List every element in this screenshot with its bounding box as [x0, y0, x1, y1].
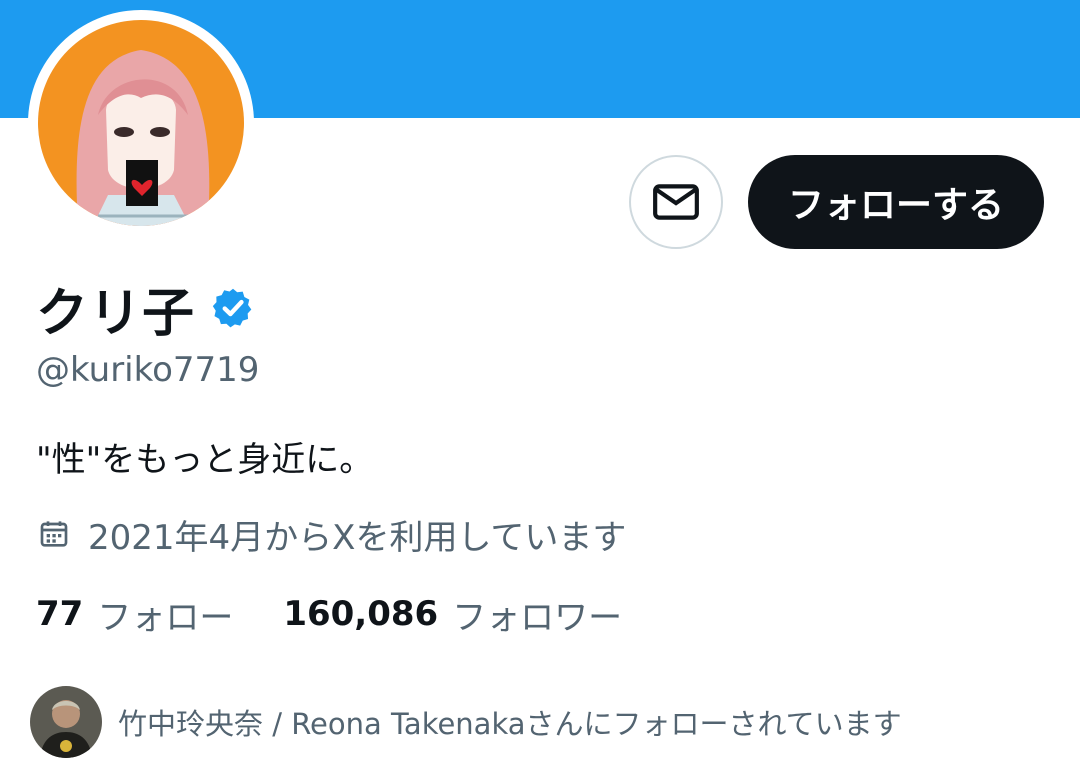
verified-badge-icon[interactable] — [211, 286, 255, 330]
display-name-row: クリ子 — [36, 276, 255, 344]
profile-bio: "性"をもっと身近に。 — [36, 440, 374, 480]
followed-by-text: 竹中玲央奈 / Reona Takenakaさんにフォローされています — [118, 707, 902, 741]
message-button[interactable] — [629, 155, 723, 249]
following-count: 77 — [36, 594, 84, 634]
followed-by-row[interactable]: 竹中玲央奈 / Reona Takenakaさんにフォローされています — [30, 686, 902, 758]
follow-stats: 77 フォロー 160,086 フォロワー — [36, 590, 622, 639]
followers-label: フォロワー — [452, 597, 623, 638]
profile-avatar[interactable] — [28, 10, 254, 236]
calendar-icon — [40, 521, 68, 547]
follow-button[interactable]: フォローする — [748, 155, 1044, 249]
joined-date-row: 2021年4月からXを利用しています — [38, 512, 627, 558]
followers-link[interactable]: 160,086 フォロワー — [283, 590, 622, 639]
following-label: フォロー — [97, 597, 234, 638]
profile-page: フォローする クリ子 @kuriko7719 "性"をもっと身近に。 2021年… — [0, 0, 1080, 770]
user-handle: @kuriko7719 — [36, 350, 260, 390]
mail-icon — [653, 184, 699, 220]
follower-avatar[interactable] — [30, 686, 102, 758]
joined-date-text: 2021年4月からXを利用しています — [88, 517, 627, 558]
followers-count: 160,086 — [283, 594, 439, 634]
avatar-image — [38, 20, 244, 226]
following-link[interactable]: 77 フォロー — [36, 590, 233, 639]
display-name: クリ子 — [36, 283, 196, 344]
